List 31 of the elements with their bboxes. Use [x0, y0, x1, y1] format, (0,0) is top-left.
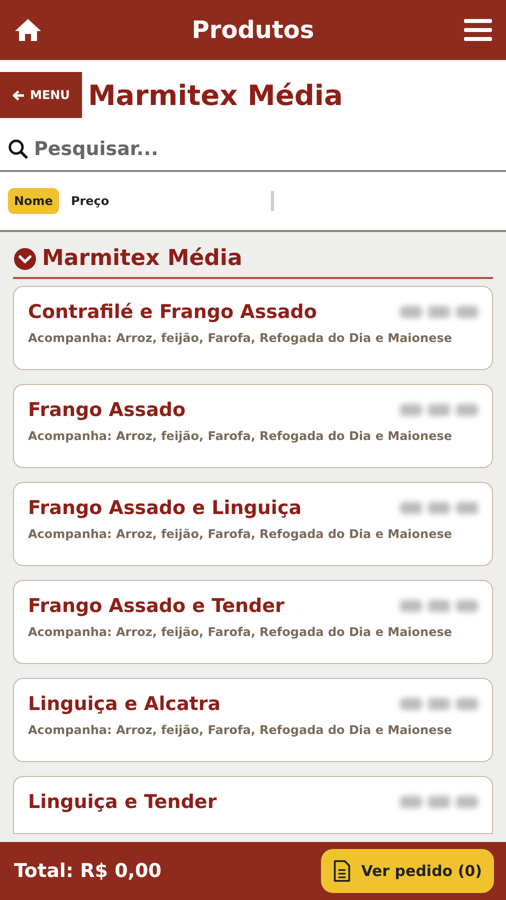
product-card[interactable]: Frango Assado Acompanha: Arroz, feijão, Farofa, Refogada do Dia e Maionese: [13, 384, 493, 468]
page-title: Marmitex Média: [88, 78, 343, 112]
screen-title: Produtos: [192, 16, 314, 44]
product-description: Acompanha: Arroz, feijão, Farofa, Refogada do Dia e Maionese: [28, 331, 453, 345]
product-card[interactable]: Contrafilé e Frango Assado Acompanha: Arroz, feijão, Farofa, Refogada do Dia e Maionese: [13, 286, 493, 370]
section-title: Marmitex Média: [42, 246, 242, 271]
product-description: Acompanha: Arroz, feijão, Farofa, Refogada do Dia e Maionese: [28, 723, 453, 737]
product-name: Frango Assado: [28, 399, 186, 421]
product-name: Contrafilé e Frango Assado: [28, 301, 317, 323]
sort-chip[interactable]: Preço: [64, 188, 116, 214]
order-total: Total: R$ 0,00: [14, 860, 162, 882]
sort-chip[interactable]: Nome: [8, 188, 59, 214]
product-description: Acompanha: Arroz, feijão, Farofa, Refogada do Dia e Maionese: [28, 527, 453, 541]
product-card[interactable]: Linguiça e Alcatra Acompanha: Arroz, feijão, Farofa, Refogada do Dia e Maionese: [13, 678, 493, 762]
document-icon: [333, 860, 352, 882]
product-description: Acompanha: Arroz, feijão, Farofa, Refogada do Dia e Maionese: [28, 625, 453, 639]
arrow-left-icon: [12, 90, 25, 100]
product-name: Frango Assado e Linguiça: [28, 497, 302, 519]
view-order-button[interactable]: Ver pedido (0): [321, 849, 494, 893]
product-card[interactable]: Linguiça e Tender: [13, 776, 493, 834]
back-button[interactable]: MENU: [0, 72, 82, 118]
product-name: Frango Assado e Tender: [28, 595, 284, 617]
chevron-icon[interactable]: [14, 248, 36, 270]
search-icon: [8, 139, 28, 159]
menu-icon[interactable]: [464, 19, 492, 41]
product-card[interactable]: Frango Assado e Tender Acompanha: Arroz, feijão, Farofa, Refogada do Dia e Maionese: [13, 580, 493, 664]
product-name: Linguiça e Alcatra: [28, 693, 221, 715]
product-name: Linguiça e Tender: [28, 791, 217, 813]
product-description: Acompanha: Arroz, feijão, Farofa, Refogada do Dia e Maionese: [28, 429, 453, 443]
product-card[interactable]: Frango Assado e Linguiça Acompanha: Arroz, feijão, Farofa, Refogada do Dia e Maionese: [13, 482, 493, 566]
home-icon[interactable]: [14, 18, 42, 42]
